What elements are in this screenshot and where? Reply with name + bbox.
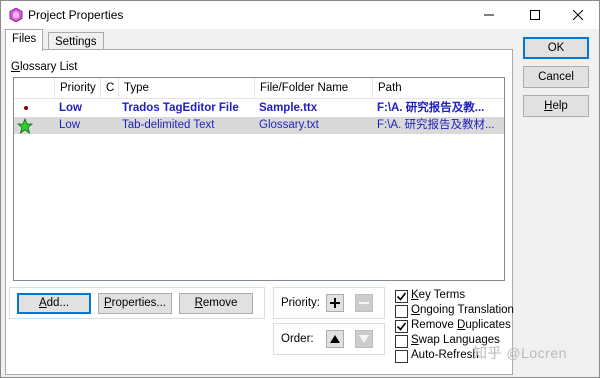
title-bar: Project Properties xyxy=(1,1,599,29)
checkbox-box[interactable] xyxy=(395,350,408,363)
checkbox-box[interactable] xyxy=(395,305,408,318)
green-star-icon xyxy=(17,118,33,134)
close-icon xyxy=(573,10,583,20)
project-properties-window: Project Properties Files Settings Glossa… xyxy=(0,0,600,378)
move-down-button[interactable] xyxy=(355,330,373,348)
window-title: Project Properties xyxy=(28,8,124,22)
properties-button[interactable]: Properties... xyxy=(98,293,172,314)
minus-icon xyxy=(359,302,369,304)
cell-path: F:\A. 研究报告及教材... xyxy=(377,119,495,131)
priority-label: Priority: xyxy=(281,297,320,309)
priority-decrease-button[interactable] xyxy=(355,294,373,312)
column-header-file-folder-name[interactable]: File/Folder Name xyxy=(254,78,372,99)
check-icon xyxy=(396,322,407,331)
maximize-icon xyxy=(530,10,540,20)
key-terms-label: Key Terms xyxy=(411,289,466,301)
move-up-button[interactable] xyxy=(326,330,344,348)
cell-type: Tab-delimited Text xyxy=(122,119,215,131)
minimize-icon xyxy=(484,14,494,16)
checkbox-box[interactable] xyxy=(395,290,408,303)
checkbox-box[interactable] xyxy=(395,320,408,333)
priority-increase-button[interactable] xyxy=(326,294,344,312)
glossary-list-label: Glossary List xyxy=(11,61,78,73)
order-label: Order: xyxy=(281,333,314,345)
cell-file-name: Sample.ttx xyxy=(259,102,318,114)
list-header: Priority C Type File/Folder Name Path xyxy=(14,78,504,99)
cell-path: F:\A. 研究报告及教... xyxy=(377,102,485,114)
dot-icon xyxy=(24,106,28,110)
close-button[interactable] xyxy=(556,1,600,29)
ongoing-translation-label: Ongoing Translation xyxy=(411,304,514,316)
help-button[interactable]: Help xyxy=(523,95,589,117)
maximize-button[interactable] xyxy=(513,1,557,29)
cell-file-name: Glossary.txt xyxy=(259,119,319,131)
remove-button[interactable]: Remove xyxy=(179,293,253,314)
tab-files[interactable]: Files xyxy=(5,29,44,51)
arrow-up-icon xyxy=(330,335,340,343)
glossary-list[interactable]: Priority C Type File/Folder Name Path Lo… xyxy=(13,77,505,281)
plus-icon xyxy=(330,298,340,308)
minimize-button[interactable] xyxy=(467,1,511,29)
cell-priority: Low xyxy=(59,102,82,114)
table-row[interactable]: Low Tab-delimited Text Glossary.txt F:\A… xyxy=(14,117,504,134)
ok-button[interactable]: OK xyxy=(523,37,589,59)
remove-duplicates-label: Remove Duplicates xyxy=(411,319,511,331)
check-icon xyxy=(396,292,407,301)
watermark: 知乎 @Locren xyxy=(473,345,567,361)
column-header-type[interactable]: Type xyxy=(118,78,254,99)
column-header-path[interactable]: Path xyxy=(372,78,504,99)
cancel-button[interactable]: Cancel xyxy=(523,66,589,88)
column-header-priority[interactable]: Priority xyxy=(54,78,100,99)
cell-priority: Low xyxy=(59,119,81,131)
app-icon xyxy=(9,8,23,22)
checkbox-box[interactable] xyxy=(395,335,408,348)
column-header-c[interactable]: C xyxy=(100,78,118,99)
cell-type: Trados TagEditor File xyxy=(122,102,239,114)
table-row[interactable]: Low Trados TagEditor File Sample.ttx F:\… xyxy=(14,100,504,117)
arrow-down-icon xyxy=(359,335,369,343)
add-button[interactable]: Add... xyxy=(17,293,91,314)
auto-refresh-label: Auto-Refresh xyxy=(411,349,479,361)
